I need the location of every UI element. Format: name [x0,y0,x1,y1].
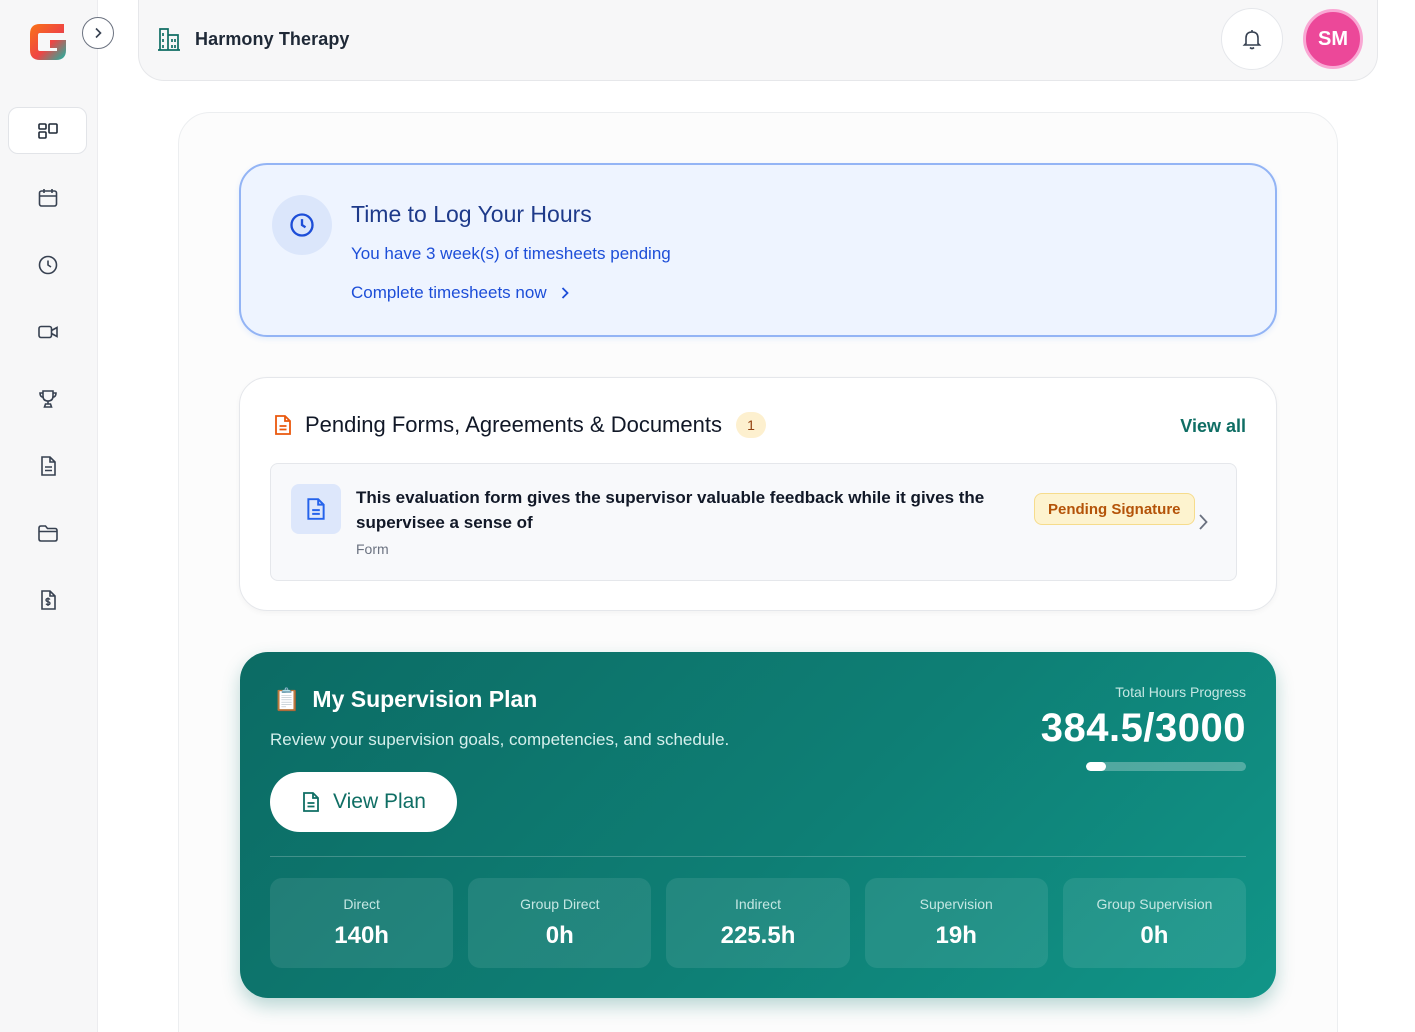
sidebar-item-hours[interactable] [8,241,87,288]
video-icon [37,325,58,338]
organization[interactable]: Harmony Therapy [155,25,350,53]
sidebar-toggle-button[interactable] [82,17,114,49]
stat-indirect: Indirect 225.5h [666,878,850,968]
stat-label: Supervision [919,896,993,912]
stat-label: Group Direct [520,896,600,912]
timesheet-reminder-card: Time to Log Your Hours You have 3 week(s… [239,163,1277,337]
view-plan-button[interactable]: View Plan [270,772,457,832]
folder-icon [37,524,58,542]
stat-group-direct: Group Direct 0h [468,878,652,968]
app-logo[interactable] [26,20,70,64]
sidebar-item-billing[interactable] [8,576,87,623]
notifications-button[interactable] [1221,8,1283,70]
view-all-link[interactable]: View all [1180,416,1246,437]
document-icon [40,455,56,476]
stat-group-supervision: Group Supervision 0h [1062,878,1247,968]
document-icon [307,498,325,520]
alert-subtitle: You have 3 week(s) of timesheets pending [351,244,671,263]
clock-icon [38,255,57,274]
pending-forms-title: Pending Forms, Agreements & Documents [305,412,722,437]
stat-value: 0h [1140,922,1169,949]
document-type: Form [356,541,389,557]
hours-progress-fill [1086,762,1107,771]
user-avatar[interactable]: SM [1303,9,1363,69]
stat-value: 225.5h [720,922,796,949]
pending-forms-card: Pending Forms, Agreements & Documents 1 … [239,377,1277,611]
document-title: This evaluation form gives the superviso… [356,488,985,532]
chevron-right-icon [95,27,102,39]
pending-count-badge: 1 [735,412,766,438]
building-icon [158,28,180,51]
document-icon [275,415,291,435]
hours-progress-bar [1086,762,1246,771]
sidebar-item-calendar[interactable] [8,174,87,221]
bell-icon [1242,30,1262,50]
invoice-icon [40,589,56,610]
complete-timesheets-link[interactable]: Complete timesheets now [351,283,571,303]
stat-direct: Direct 140h [270,878,454,968]
stat-label: Indirect [735,896,781,912]
complete-timesheets-label: Complete timesheets now [351,283,547,302]
pending-document-row[interactable]: This evaluation form gives the superviso… [270,463,1237,581]
divider [270,856,1246,857]
clipboard-icon: 📋 [273,686,301,712]
alert-title: Time to Log Your Hours [351,201,592,227]
status-badge: Pending Signature [1034,493,1195,525]
sidebar-item-dashboard[interactable] [8,107,87,154]
sidebar-item-sessions[interactable] [8,308,87,355]
stat-label: Direct [343,896,380,912]
progress-label: Total Hours Progress [1115,684,1246,700]
sidebar-item-files[interactable] [8,509,87,556]
stat-value: 0h [545,922,574,949]
hours-stats: Direct 140h Group Direct 0h Indirect 225… [270,878,1247,968]
trophy-icon [38,389,57,408]
calendar-icon [38,188,57,207]
sidebar-item-achievements[interactable] [8,375,87,422]
stat-label: Group Supervision [1096,896,1213,912]
stat-supervision: Supervision 19h [864,878,1048,968]
sidebar-item-documents[interactable] [8,442,87,489]
progress-value: 384.5/3000 [1040,706,1246,750]
view-plan-label: View Plan [332,790,426,813]
clock-badge [272,195,332,255]
top-header: Harmony Therapy SM [138,0,1378,81]
supervision-plan-header: 📋 My Supervision Plan [273,686,537,713]
supervision-plan-subtitle: Review your supervision goals, competenc… [270,730,730,749]
stat-value: 19h [935,922,977,949]
organization-name: Harmony Therapy [195,28,350,49]
dashboard-icon [37,122,58,139]
clock-icon [290,213,314,237]
document-icon [303,792,319,812]
supervision-plan-card: 📋 My Supervision Plan Review your superv… [240,652,1276,998]
sidebar [0,0,98,1032]
pending-forms-header: Pending Forms, Agreements & Documents 1 [273,412,766,438]
form-icon-badge [291,484,341,534]
chevron-right-icon[interactable] [1196,512,1210,532]
supervision-plan-title: My Supervision Plan [312,686,538,712]
chevron-right-icon [561,287,569,299]
stat-value: 140h [334,922,389,949]
